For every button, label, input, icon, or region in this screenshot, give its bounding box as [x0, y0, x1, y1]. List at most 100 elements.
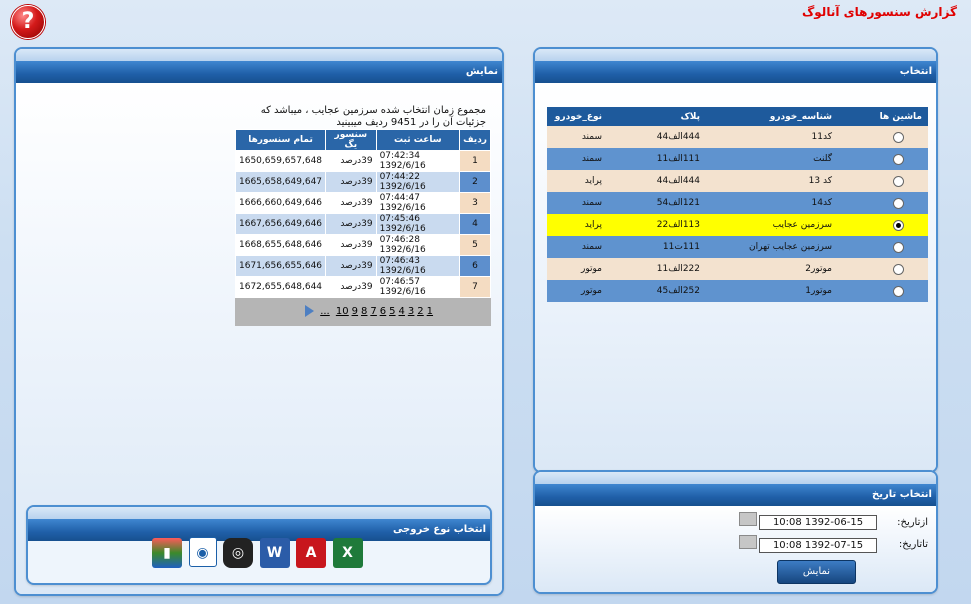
all-sensors: 1667,656,649,646 [234, 213, 327, 235]
vehicle-radio-cell[interactable] [838, 126, 928, 148]
pager: ... 10 9 8 7 6 5 4 3 2 1 [235, 298, 491, 326]
pager-ellipsis[interactable]: ... [320, 306, 330, 317]
vehicle-name: موتور2 [706, 258, 838, 280]
chart-icon[interactable]: ▮ [152, 538, 182, 568]
vehicle-radio-cell[interactable] [838, 148, 928, 170]
vehicle-type: موتور [547, 280, 608, 302]
vehicle-radio-cell[interactable] [838, 170, 928, 192]
vehicle-radio[interactable] [893, 153, 904, 165]
browser-icon[interactable]: ◉ [188, 537, 217, 567]
page-link[interactable]: 10 [336, 306, 349, 317]
vehicle-plate: 444الف44 [608, 170, 706, 192]
vehicle-plate: 444الف44 [608, 126, 706, 148]
to-date-input[interactable]: 10:08 1392-07-15 [759, 538, 877, 553]
col-vehicle-type: نوع_خودرو [547, 107, 608, 126]
all-sensors: 1650,659,657,648 [234, 150, 327, 172]
help-button[interactable]: ? [11, 5, 45, 39]
vehicle-row[interactable]: سرزمین عجایب 113الف22 پراید [547, 214, 928, 236]
excel-icon[interactable]: X [332, 538, 363, 568]
vehicle-name: کد 13 [706, 170, 838, 192]
vehicle-type: سمند [547, 236, 608, 258]
all-sensors: 1672,655,648,644 [234, 276, 327, 298]
col-vehicle-id: شناسه_خودرو [706, 107, 838, 126]
col-sensor-one: سنسور یگ [325, 129, 377, 151]
vehicle-plate: 113الف22 [608, 214, 706, 236]
selection-panel: انتخاب ماشین ها شناسه_خودرو پلاک نوع_خود… [533, 47, 938, 473]
vehicle-row[interactable]: موتور2 222الف11 موتور [547, 258, 928, 280]
report-summary: مجموع زمان انتخاب شده سرزمین عجایب ، میب… [246, 105, 486, 129]
page-link[interactable]: 3 [408, 306, 414, 317]
to-calendar-icon[interactable] [739, 535, 757, 549]
vehicle-row[interactable]: سرزمین عجایب تهران 111ت11 سمند [547, 236, 928, 258]
pdf-icon[interactable]: A [296, 538, 326, 568]
show-button[interactable]: نمایش [777, 560, 856, 584]
page-link[interactable]: 1 [427, 306, 433, 317]
vehicle-row[interactable]: کد11 444الف44 سمند [547, 126, 928, 148]
vehicle-name: کد14 [706, 192, 838, 214]
export-icons: ▮ ◉ ◎ W A X [152, 537, 366, 571]
vehicle-radio-cell[interactable] [838, 280, 928, 302]
next-page-icon[interactable] [305, 305, 314, 317]
sensor-one: 39درصد [325, 234, 377, 256]
date-panel: انتخاب تاریخ ازتاریخ: 10:08 1392-06-15 ت… [533, 470, 938, 594]
record-time: 07:42:34 1392/6/16 [375, 150, 461, 172]
record-time: 07:46:43 1392/6/16 [375, 255, 461, 277]
vehicle-radio[interactable] [893, 131, 904, 143]
row-number: 7 [459, 276, 491, 298]
col-all-sensors: تمام سنسورها [234, 129, 327, 151]
col-plate: پلاک [608, 107, 706, 126]
col-row-number: ردیف [459, 129, 491, 151]
vehicle-type: سمند [547, 126, 608, 148]
selection-panel-title: انتخاب [535, 61, 936, 83]
report-row: 1 07:42:34 1392/6/16 39درصد 1650,659,657,64… [234, 150, 491, 172]
sensor-one: 39درصد [325, 213, 377, 235]
vehicle-table: ماشین ها شناسه_خودرو پلاک نوع_خودرو کد11… [547, 107, 928, 302]
report-table-wrap: ردیف ساعت ثبت سنسور یگ تمام سنسورها 1 07:… [234, 129, 491, 326]
from-calendar-icon[interactable] [739, 512, 757, 526]
export-panel: انتخاب نوع خروجی ▮ ◉ ◎ W A X [26, 505, 492, 585]
word-icon[interactable]: W [259, 538, 290, 568]
row-number: 5 [459, 234, 491, 256]
summary-line-1: مجموع زمان انتخاب شده سرزمین عجایب ، میب… [260, 105, 486, 116]
vehicle-name: گلنت [706, 148, 838, 170]
report-table: ردیف ساعت ثبت سنسور یگ تمام سنسورها 1 07:… [234, 129, 491, 298]
report-row: 7 07:46:57 1392/6/16 39درصد 1672,655,648,64… [234, 276, 491, 298]
col-record-time: ساعت ثبت [375, 129, 461, 151]
page-link[interactable]: 7 [370, 306, 376, 317]
vehicle-plate: 222الف11 [608, 258, 706, 280]
vehicle-row[interactable]: کد 13 444الف44 پراید [547, 170, 928, 192]
vehicle-name: سرزمین عجایب [706, 214, 838, 236]
vehicle-name: کد11 [706, 126, 838, 148]
vehicle-row[interactable]: موتور1 252الف45 موتور [547, 280, 928, 302]
vehicle-radio-cell[interactable] [838, 192, 928, 214]
vehicle-radio[interactable] [893, 285, 904, 297]
all-sensors: 1668,655,648,646 [234, 234, 327, 256]
camera-icon[interactable]: ◎ [223, 538, 253, 568]
vehicle-radio-cell[interactable] [838, 236, 928, 258]
vehicle-radio[interactable] [893, 263, 904, 275]
col-vehicles: ماشین ها [838, 107, 928, 126]
page-link[interactable]: 8 [361, 306, 367, 317]
vehicle-radio[interactable] [893, 241, 904, 253]
vehicle-type: پراید [547, 214, 608, 236]
vehicle-row[interactable]: گلنت 111الف11 سمند [547, 148, 928, 170]
sensor-one: 39درصد [325, 255, 377, 277]
page-link[interactable]: 4 [399, 306, 405, 317]
vehicle-type: سمند [547, 192, 608, 214]
vehicle-radio-cell[interactable] [838, 214, 928, 236]
vehicle-name: سرزمین عجایب تهران [706, 236, 838, 258]
sensor-one: 39درصد [325, 192, 377, 214]
from-date-label: ازتاریخ: [897, 517, 928, 528]
page-link[interactable]: 9 [352, 306, 358, 317]
vehicle-radio-cell[interactable] [838, 258, 928, 280]
page-link[interactable]: 5 [389, 306, 395, 317]
row-number: 3 [459, 192, 491, 214]
vehicle-radio[interactable] [893, 197, 904, 209]
vehicle-radio[interactable] [893, 219, 904, 231]
from-date-input[interactable]: 10:08 1392-06-15 [759, 515, 877, 530]
page-link[interactable]: 2 [417, 306, 423, 317]
page-link[interactable]: 6 [380, 306, 386, 317]
row-number: 6 [459, 255, 491, 277]
vehicle-radio[interactable] [893, 175, 904, 187]
vehicle-row[interactable]: کد14 121الف54 سمند [547, 192, 928, 214]
